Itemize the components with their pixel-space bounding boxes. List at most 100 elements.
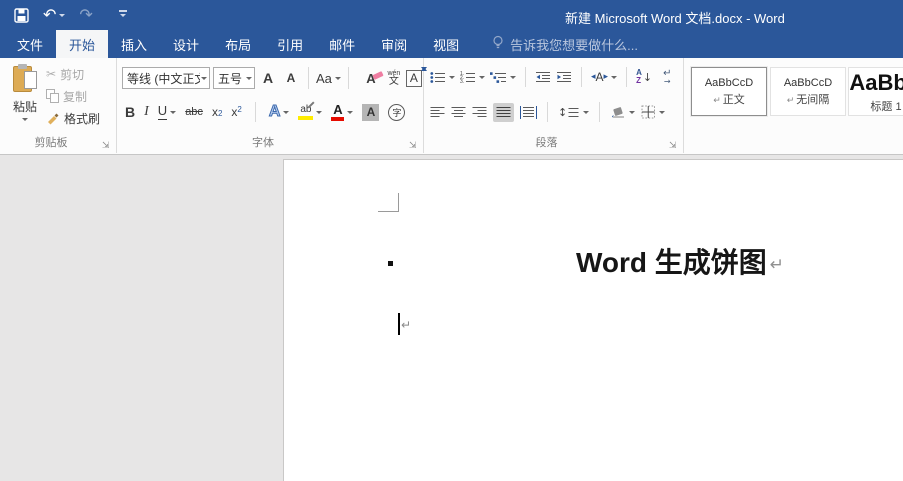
font-color-bar — [331, 117, 344, 121]
format-painter-button[interactable]: 格式刷 — [46, 110, 100, 126]
paragraph-dialog-launcher-icon[interactable]: ⇲ — [669, 141, 679, 151]
scissors-icon: ✂ — [46, 67, 56, 81]
font-dialog-launcher-icon[interactable]: ⇲ — [409, 141, 419, 151]
tab-mailings[interactable]: 邮件 — [316, 30, 368, 58]
tell-me-placeholder: 告诉我您想要做什么... — [510, 35, 638, 54]
font-size-dropdown-arrow[interactable] — [246, 77, 252, 83]
paste-clipboard-icon — [13, 64, 37, 94]
format-painter-icon — [46, 112, 60, 125]
document-area[interactable]: Word 生成饼图 ↵ ↵ — [0, 155, 903, 481]
justify-button[interactable] — [493, 103, 514, 122]
pilcrow-icon: ↵ — [787, 96, 795, 106]
redo-icon: ↷ — [79, 3, 92, 27]
shrink-font-button[interactable]: A — [281, 71, 301, 85]
clear-formatting-button[interactable]: A — [360, 71, 382, 86]
grow-font-button[interactable]: A — [258, 70, 278, 86]
character-shading-button[interactable]: A — [362, 104, 379, 121]
tab-references[interactable]: 引用 — [264, 30, 316, 58]
clipboard-dialog-launcher-icon[interactable]: ⇲ — [102, 141, 112, 151]
tab-insert[interactable]: 插入 — [108, 30, 160, 58]
font-group: 等线 (中文正文 五号 A A Aa A wén文 A B I U abc x2… — [117, 58, 424, 153]
quick-access-toolbar: ↶ ↷ — [14, 0, 127, 30]
borders-button[interactable] — [641, 105, 665, 119]
strikethrough-button[interactable]: abc — [185, 106, 203, 118]
align-left-icon — [430, 106, 445, 119]
font-size-combobox[interactable]: 五号 — [213, 67, 255, 89]
window-title: 新建 Microsoft Word 文档.docx - Word — [565, 8, 785, 27]
style-card-heading-1[interactable]: AaBbC 标题 1 — [848, 67, 903, 116]
phonetic-guide-button[interactable]: wén文 — [385, 70, 403, 87]
line-spacing-button[interactable]: ↕ — [558, 106, 589, 119]
borders-icon — [641, 105, 656, 119]
increase-indent-icon — [556, 71, 572, 84]
subscript-button[interactable]: x2 — [212, 106, 222, 118]
align-center-icon — [451, 106, 466, 119]
save-icon[interactable] — [14, 3, 29, 27]
justify-icon — [496, 106, 511, 119]
tab-design[interactable]: 设计 — [160, 30, 212, 58]
change-case-button[interactable]: Aa — [316, 71, 341, 86]
line-spacing-icon — [568, 106, 579, 119]
style-card-normal[interactable]: AaBbCcD ↵正文 — [691, 67, 767, 116]
paste-button[interactable]: 粘贴 — [6, 64, 44, 134]
text-effects-button[interactable]: A — [269, 104, 290, 120]
text-cursor — [398, 313, 400, 335]
title-bar: ↶ ↷ 新建 Microsoft Word 文档.docx - Word — [0, 0, 903, 30]
character-border-button[interactable]: A — [406, 70, 422, 87]
decrease-indent-icon — [535, 71, 551, 84]
tab-file[interactable]: 文件 — [4, 30, 56, 58]
asian-layout-button[interactable]: ◂A▸ — [591, 71, 617, 83]
copy-button: 复制 — [46, 88, 100, 104]
align-right-button[interactable] — [472, 106, 487, 119]
document-page[interactable] — [283, 159, 903, 481]
customize-quick-access-toolbar-icon[interactable] — [119, 3, 127, 27]
increase-indent-button[interactable] — [556, 71, 572, 84]
clipboard-group: 粘贴 ✂ 剪切 复制 格式刷 剪贴板 ⇲ — [0, 58, 117, 153]
enclose-characters-button[interactable]: 字 — [388, 104, 405, 121]
align-center-button[interactable] — [451, 106, 466, 119]
lightbulb-icon — [492, 35, 504, 53]
tab-view[interactable]: 视图 — [420, 30, 472, 58]
tab-review[interactable]: 审阅 — [368, 30, 420, 58]
clipboard-group-label: 剪贴板 — [0, 134, 102, 150]
document-heading[interactable]: Word 生成饼图 ↵ — [283, 241, 903, 281]
copy-icon — [46, 89, 59, 103]
align-left-button[interactable] — [430, 106, 445, 119]
bullets-button[interactable] — [430, 71, 455, 84]
ribbon: 粘贴 ✂ 剪切 复制 格式刷 剪贴板 ⇲ 等线 (中文正文 — [0, 58, 903, 155]
undo-icon[interactable]: ↶ — [43, 3, 65, 27]
superscript-button[interactable]: x2 — [231, 106, 241, 118]
show-hide-marks-button[interactable]: ↵→ — [663, 69, 671, 86]
tab-layout[interactable]: 布局 — [212, 30, 264, 58]
align-right-icon — [472, 106, 487, 119]
underline-button[interactable]: U — [158, 104, 176, 119]
style-card-no-spacing[interactable]: AaBbCcD ↵无间隔 — [770, 67, 846, 116]
multilevel-list-icon — [490, 71, 507, 84]
margin-corner-mark — [378, 211, 399, 212]
styles-group: AaBbCcD ↵正文 AaBbCcD ↵无间隔 AaBbC 标题 1 — [684, 58, 903, 153]
tell-me-box[interactable]: 告诉我您想要做什么... — [492, 30, 638, 58]
decrease-indent-button[interactable] — [535, 71, 551, 84]
tab-home[interactable]: 开始 — [56, 30, 108, 58]
font-group-label: 字体 — [117, 134, 409, 150]
bold-button[interactable]: B — [125, 104, 135, 120]
paste-dropdown-arrow[interactable] — [22, 118, 28, 124]
margin-corner-mark — [398, 193, 399, 212]
font-color-button[interactable]: A — [331, 103, 353, 121]
sort-button[interactable]: AZ ↓ — [636, 69, 652, 85]
font-name-combobox[interactable]: 等线 (中文正文 — [122, 67, 210, 89]
paragraph-group: 1.2.3. ◂A▸ AZ ↓ ↵→ — [424, 58, 684, 153]
font-name-dropdown-arrow[interactable] — [201, 77, 207, 83]
shading-button[interactable] — [610, 105, 635, 119]
numbering-button[interactable]: 1.2.3. — [460, 71, 485, 84]
italic-button[interactable]: I — [144, 104, 149, 120]
numbering-icon: 1.2.3. — [460, 71, 476, 84]
distribute-button[interactable] — [520, 106, 537, 119]
pilcrow-icon: ↵ — [713, 96, 721, 106]
paragraph-group-label: 段落 — [424, 134, 669, 150]
bullets-icon — [430, 71, 446, 84]
pilcrow-icon: ↵ — [401, 318, 411, 332]
distribute-icon — [520, 106, 537, 119]
multilevel-list-button[interactable] — [490, 71, 516, 84]
text-highlight-color-button[interactable]: ab — [298, 105, 322, 120]
